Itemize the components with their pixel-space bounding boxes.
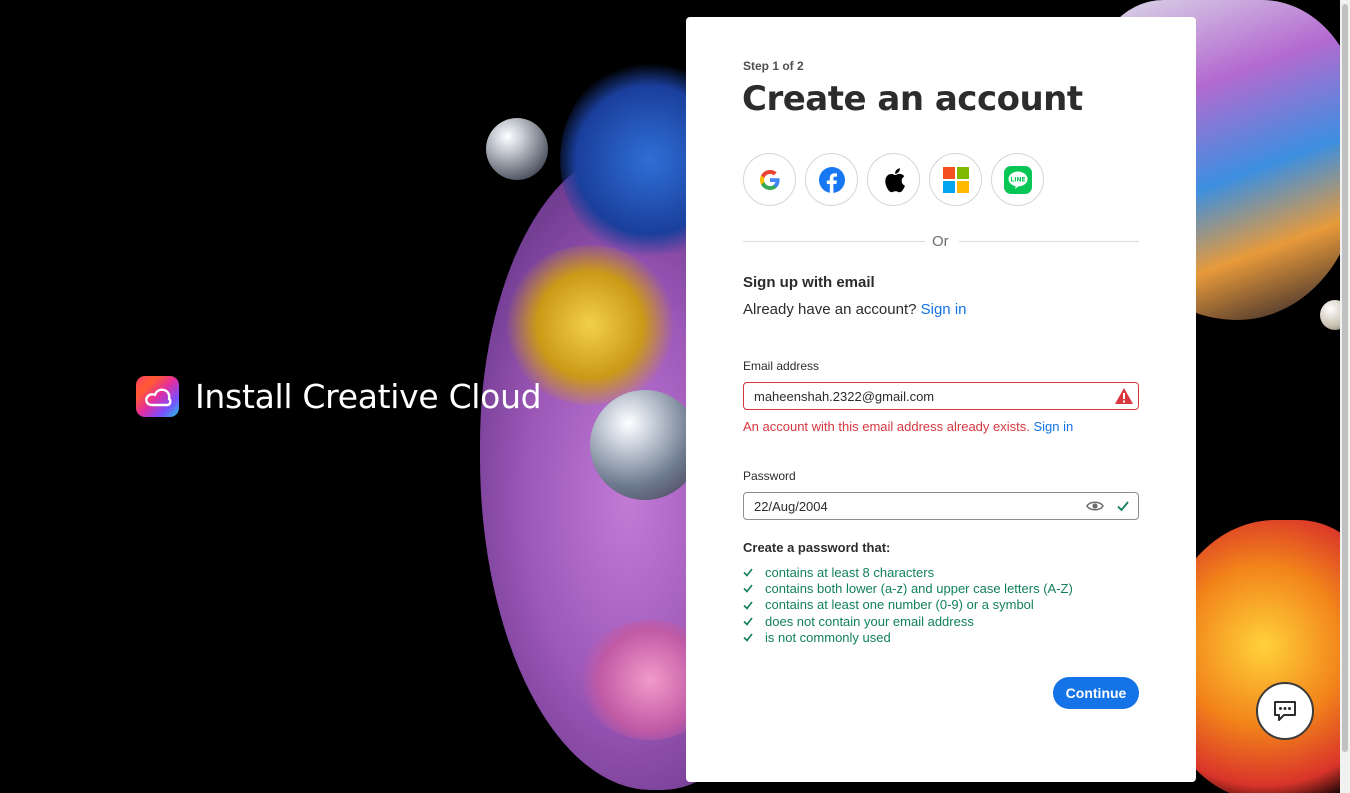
requirement-item: contains at least one number (0-9) or a …: [743, 597, 1073, 613]
requirement-item: contains both lower (a-z) and upper case…: [743, 580, 1073, 596]
divider-line-right: [959, 241, 1139, 242]
requirement-item: is not commonly used: [743, 629, 1073, 645]
social-login-row: LINE: [743, 153, 1044, 206]
have-account-text: Already have an account?: [743, 301, 917, 318]
or-divider: Or: [743, 231, 1139, 253]
page-scrollbar[interactable]: [1340, 0, 1350, 793]
chat-icon: [1274, 701, 1296, 721]
requirement-text: does not contain your email address: [765, 613, 974, 629]
facebook-signin-button[interactable]: [805, 153, 858, 206]
email-value: maheenshah.2322@gmail.com: [754, 389, 935, 404]
check-icon: [743, 567, 765, 577]
google-signin-button[interactable]: [743, 153, 796, 206]
signup-card: Step 1 of 2 Create an account LINE Or Si…: [686, 17, 1196, 782]
divider-line-left: [743, 241, 925, 242]
requirement-text: contains at least one number (0-9) or a …: [765, 597, 1034, 613]
line-icon: LINE: [1003, 165, 1032, 194]
show-password-icon[interactable]: [1086, 499, 1104, 516]
signup-email-heading: Sign up with email: [743, 274, 875, 291]
requirement-item: does not contain your email address: [743, 613, 1073, 629]
email-error-text: An account with this email address alrea…: [743, 419, 1030, 434]
apple-icon: [884, 167, 905, 192]
password-requirements-list: contains at least 8 characters contains …: [743, 564, 1073, 645]
scrollbar-thumb[interactable]: [1342, 4, 1348, 752]
requirement-text: contains both lower (a-z) and upper case…: [765, 580, 1073, 596]
check-icon: [743, 632, 765, 643]
continue-button[interactable]: Continue: [1053, 677, 1139, 709]
email-field[interactable]: maheenshah.2322@gmail.com: [743, 382, 1139, 410]
requirement-item: contains at least 8 characters: [743, 564, 1073, 580]
requirement-text: contains at least 8 characters: [765, 564, 935, 580]
art-sphere-glass: [590, 390, 700, 500]
have-account-row: Already have an account? Sign in: [743, 301, 967, 318]
facebook-icon: [818, 166, 845, 193]
brand-block: Install Creative Cloud: [136, 376, 542, 417]
warning-icon: [1114, 387, 1134, 408]
check-icon: [743, 583, 765, 594]
password-value: 22/Aug/2004: [754, 499, 828, 514]
password-field[interactable]: 22/Aug/2004: [743, 492, 1139, 520]
page-title: Create an account: [742, 79, 1083, 119]
divider-text: Or: [932, 233, 949, 250]
apple-signin-button[interactable]: [867, 153, 920, 206]
check-icon: [743, 616, 765, 626]
microsoft-signin-button[interactable]: [929, 153, 982, 206]
password-requirements-title: Create a password that:: [743, 540, 891, 555]
google-icon: [759, 169, 780, 190]
password-label: Password: [743, 469, 796, 483]
brand-title: Install Creative Cloud: [195, 377, 542, 416]
email-label: Email address: [743, 359, 820, 373]
chat-support-button[interactable]: [1256, 682, 1314, 740]
microsoft-icon: [942, 166, 969, 193]
sign-in-link[interactable]: Sign in: [921, 301, 967, 318]
error-sign-in-link[interactable]: Sign in: [1033, 419, 1073, 434]
check-icon: [743, 600, 765, 610]
svg-text:LINE: LINE: [1010, 176, 1025, 183]
step-indicator: Step 1 of 2: [743, 59, 804, 73]
requirement-text: is not commonly used: [765, 629, 891, 645]
line-signin-button[interactable]: LINE: [991, 153, 1044, 206]
valid-check-icon: [1116, 499, 1130, 516]
creative-cloud-logo-icon: [136, 376, 179, 417]
email-error-row: An account with this email address alrea…: [743, 419, 1073, 434]
art-sphere-chrome: [486, 118, 548, 180]
